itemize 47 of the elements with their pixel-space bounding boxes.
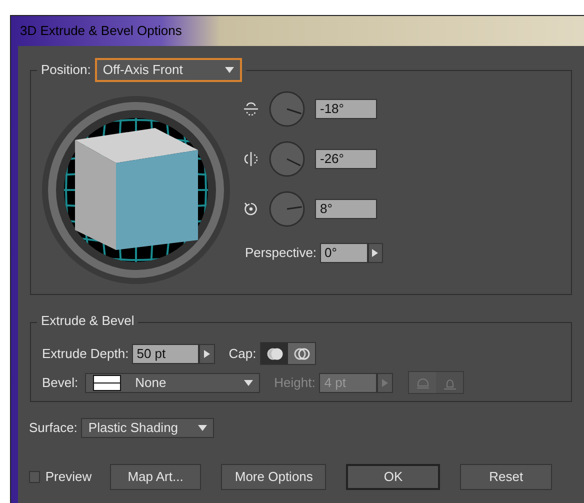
angle-field[interactable]: 8° [315,199,377,219]
arrow-right-icon [382,378,388,386]
angle-dial[interactable] [269,191,305,227]
angle-dial[interactable] [269,91,305,127]
bevel-shape-icon [93,374,122,390]
caret-down-icon [244,380,254,386]
rotate-x-icon [243,101,259,117]
window-title: 3D Extrude & Bevel Options [20,22,182,40]
height-stepper[interactable] [377,372,394,392]
height-label: Height: [274,374,316,392]
dialog-button[interactable]: Reset [460,464,552,490]
arrow-right-icon [372,249,378,257]
extrude-depth-stepper[interactable] [198,344,215,364]
preview-checkbox[interactable] [29,471,40,483]
extrude-depth-label: Extrude Depth: [42,344,129,363]
dialog-button[interactable]: Map Art... [110,464,202,490]
bevel-dropdown[interactable]: None [85,372,260,392]
wide-arch-icon [416,376,430,390]
surface-dropdown[interactable]: Plastic Shading [81,418,214,438]
perspective-label: Perspective: [245,244,317,262]
bevel-label: Bevel: [42,374,78,392]
cap-label: Cap: [228,344,256,363]
hollow-rings-icon [294,346,310,360]
surface-label: Surface: [29,419,78,438]
rotate-z-icon [243,201,259,217]
cap-off-button[interactable] [288,343,316,364]
cap-on-button[interactable] [261,343,288,364]
filled-rings-icon [266,346,283,360]
position-dropdown[interactable]: Off-Axis Front [94,58,242,82]
cube-trackball-drawing[interactable] [41,95,231,285]
preview-label: Preview [45,468,92,486]
perspective-stepper[interactable] [368,243,383,263]
bevel-out-button[interactable] [409,372,436,393]
caret-down-icon [198,425,208,431]
caret-down-icon [224,67,234,73]
angle-field[interactable]: -18° [315,99,377,119]
bevel-in-button[interactable] [436,372,464,393]
dialog-button[interactable]: OK [346,464,440,490]
section-title: Extrude & Bevel [37,314,138,327]
extrude-depth-field[interactable]: 50 pt [132,344,199,364]
angle-dial[interactable] [269,141,305,177]
dialog-button[interactable]: More Options [221,464,326,490]
position-label: Position: [41,61,91,80]
perspective-field[interactable]: 0° [320,243,368,263]
arrow-right-icon [204,350,210,358]
rotate-y-icon [243,151,259,167]
angle-field[interactable]: -26° [315,149,377,169]
